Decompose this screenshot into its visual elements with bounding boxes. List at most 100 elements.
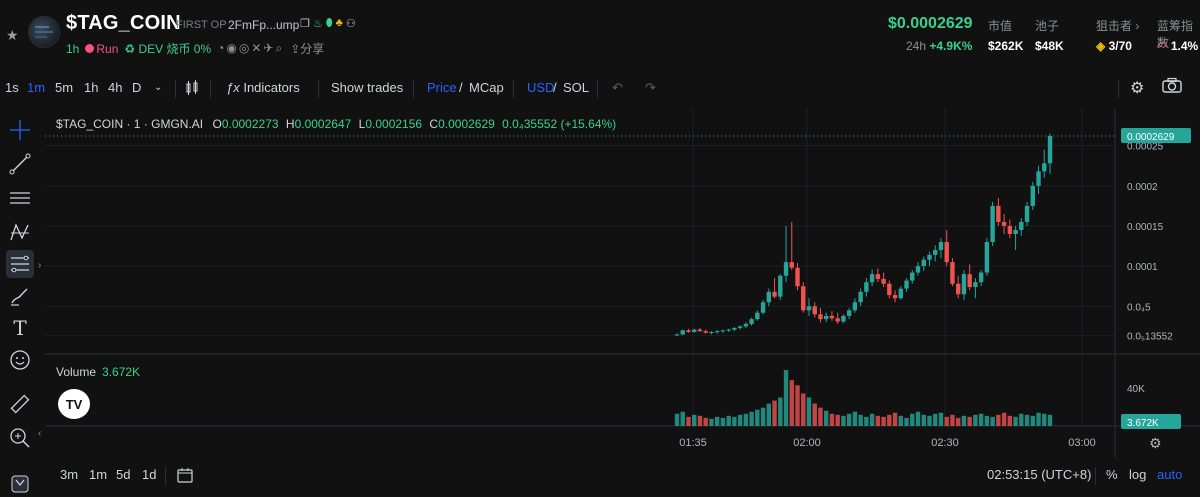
token-age: 1h	[66, 41, 80, 56]
candle-body	[829, 315, 835, 319]
undo-icon[interactable]: ↶	[612, 80, 623, 96]
pattern-icon[interactable]	[6, 218, 34, 246]
volume-bar	[938, 412, 944, 426]
candle-body	[726, 329, 731, 331]
volume-bar	[743, 413, 749, 426]
range-1d[interactable]: 1d	[142, 467, 156, 482]
camera-icon[interactable]	[1162, 77, 1182, 98]
volume-bar	[904, 417, 909, 426]
candle-body	[737, 326, 743, 328]
interval-1m[interactable]: 1m	[27, 80, 45, 95]
interval-dropdown-icon[interactable]: ⌄	[154, 82, 162, 93]
legend-close: 0.0002629	[438, 117, 495, 131]
volume-bar	[732, 416, 737, 426]
candle-body	[910, 272, 915, 281]
volume-bar	[852, 411, 858, 426]
fire-icon: ♨	[312, 18, 323, 30]
goto-date-icon[interactable]	[177, 467, 193, 486]
expand-arrow-icon[interactable]: ›	[38, 260, 41, 271]
candle-body	[755, 312, 760, 320]
crosshair-icon[interactable]	[6, 116, 34, 144]
candle-body	[984, 242, 990, 273]
candle-body	[686, 330, 691, 332]
favorite-star-icon[interactable]: ★	[6, 27, 19, 44]
volume-bar	[841, 415, 846, 426]
divider	[1095, 467, 1096, 485]
emoji-icon[interactable]	[6, 346, 34, 374]
copy-icon[interactable]: ❐	[300, 17, 310, 30]
mcap-toggle[interactable]: MCap	[469, 80, 504, 95]
candle-body	[795, 267, 800, 287]
interval-5m[interactable]: 5m	[55, 80, 73, 95]
percent-toggle[interactable]: %	[1106, 467, 1118, 482]
candle-body	[852, 302, 858, 311]
indicators-button[interactable]: ƒx Indicators	[226, 80, 300, 95]
volume-bar	[955, 417, 961, 426]
price-toggle[interactable]: Price	[427, 80, 457, 95]
legend-symbol: $TAG_COIN · 1 · GMGN.AI	[56, 117, 204, 131]
volume-bar	[921, 414, 926, 426]
volume-bar	[875, 415, 881, 426]
address-icons: ❐ ♨ ⬮ ♣ ⚇	[300, 17, 356, 30]
text-tool-icon[interactable]: T	[6, 314, 34, 342]
candle-body	[778, 275, 783, 297]
candle-body	[760, 302, 766, 313]
range-1m[interactable]: 1m	[89, 467, 107, 482]
volume-bar	[674, 413, 680, 426]
tradingview-logo[interactable]: TV	[58, 389, 90, 419]
share-icon: ⇪	[290, 42, 301, 56]
show-trades-button[interactable]: Show trades	[331, 80, 403, 95]
range-5d[interactable]: 5d	[116, 467, 130, 482]
range-3m[interactable]: 3m	[60, 467, 78, 482]
auto-toggle[interactable]: auto	[1157, 467, 1182, 482]
interval-1s[interactable]: 1s	[5, 80, 19, 95]
volume-bar	[1019, 413, 1024, 426]
legend-open-label: O	[212, 117, 222, 131]
redo-icon[interactable]: ↷	[645, 80, 656, 96]
fib-tool-icon[interactable]	[6, 250, 34, 278]
sol-toggle[interactable]: SOL	[563, 80, 589, 95]
candle-type-icon[interactable]	[185, 80, 199, 99]
trend-line-icon[interactable]	[6, 150, 34, 178]
price-mcap-separator: /	[459, 80, 463, 95]
sniper-icon: ◈	[1096, 39, 1106, 53]
bottom-bar: 3m 1m 5d 1d 02:53:15 (UTC+8) % log auto	[0, 460, 1200, 497]
contract-address[interactable]: 2FmFp...ump	[228, 18, 299, 32]
interval-4h[interactable]: 4h	[108, 80, 122, 95]
stat-label-mcap: 市值	[988, 19, 1013, 33]
volume-bar	[824, 410, 829, 426]
utc-clock[interactable]: 02:53:15 (UTC+8)	[987, 467, 1091, 482]
volume-bar	[915, 411, 921, 426]
social-icons[interactable]: ◔◉◎✕✈⌕	[217, 41, 284, 56]
candle-body	[749, 319, 754, 324]
candle-body	[858, 291, 863, 303]
legend-high-label: H	[285, 117, 295, 131]
interval-1h[interactable]: 1h	[84, 80, 98, 95]
log-toggle[interactable]: log	[1129, 467, 1146, 482]
axis-settings-icon[interactable]: ⚙	[1149, 436, 1162, 452]
volume-bar	[709, 418, 714, 426]
legend-change: 0.0₄35552 (+15.64%)	[502, 117, 617, 131]
legend-low: 0.0002156	[365, 117, 423, 131]
price-chart[interactable]: 0.00025 0.0002 0.00015 0.0001 0.0₄5 0.0₅13552…	[45, 108, 1200, 458]
collapse-arrow-icon[interactable]: ‹	[38, 428, 41, 439]
share-button[interactable]: ⇪分享	[290, 40, 324, 57]
first-op-label: FIRST OP	[176, 19, 227, 31]
volume-bar	[1001, 412, 1007, 426]
ruler-icon[interactable]	[6, 390, 34, 418]
settings-gear-icon[interactable]: ⚙	[1130, 78, 1144, 98]
zoom-in-icon[interactable]	[6, 424, 34, 452]
brush-icon[interactable]	[6, 282, 34, 310]
horizontal-lines-icon[interactable]	[6, 184, 34, 212]
stat-label-snipers[interactable]: 狙击者 ›	[1096, 17, 1139, 34]
stat-value-snipers: ◈ 3/70	[1096, 39, 1132, 53]
volume-bar	[846, 413, 852, 426]
interval-d[interactable]: D	[132, 80, 141, 95]
candle-body	[973, 282, 978, 287]
usd-toggle[interactable]: USD	[527, 80, 554, 95]
current-price-tag-label: 0.0002629	[1127, 132, 1175, 143]
candle-body	[990, 205, 995, 243]
time-tick-label: 02:30	[931, 437, 959, 449]
candle-body	[1007, 225, 1013, 234]
candle-body	[869, 274, 875, 283]
